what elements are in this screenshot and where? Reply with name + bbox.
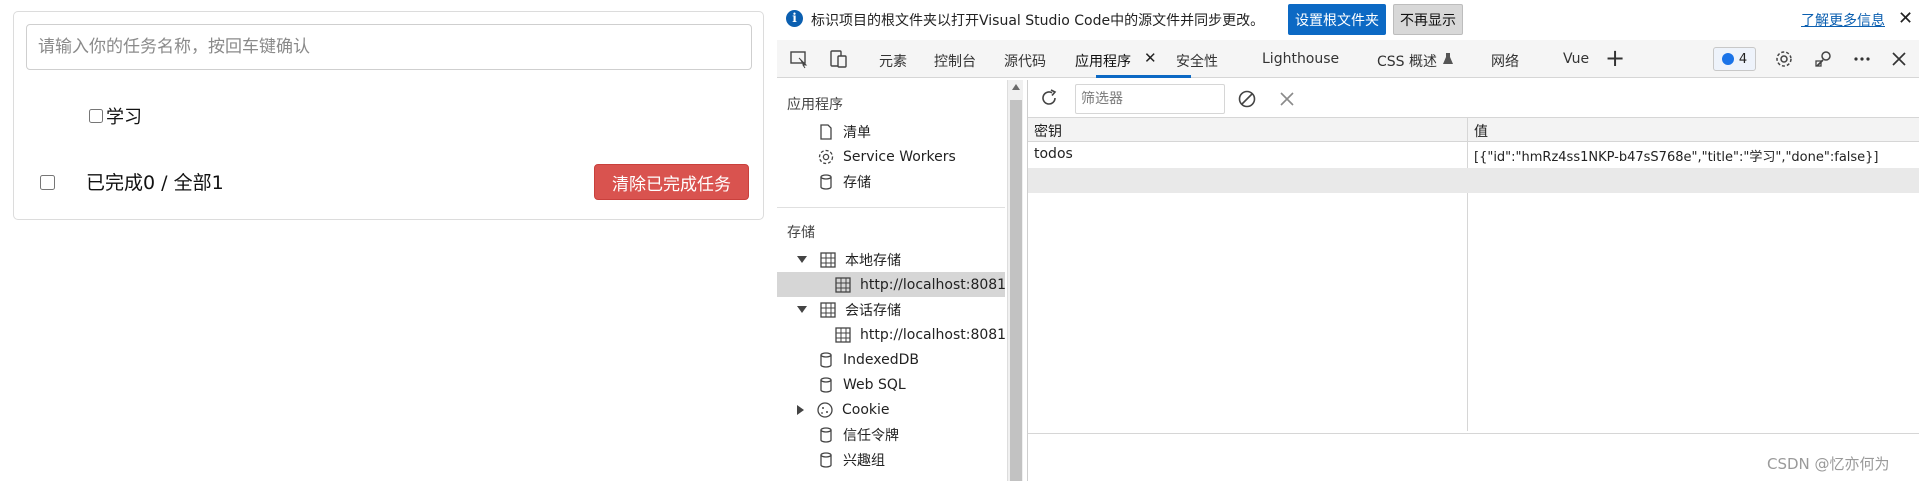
database-icon (820, 376, 832, 393)
inspect-element-icon[interactable] (789, 49, 809, 69)
sidebar-item-indexeddb[interactable]: IndexedDB (817, 347, 919, 372)
issues-icon (1721, 53, 1734, 65)
select-all-checkbox[interactable] (40, 175, 55, 190)
database-icon (820, 351, 832, 368)
sidebar-scrollbar[interactable] (1007, 80, 1023, 481)
expand-arrow-icon[interactable] (797, 256, 807, 263)
sidebar-item-interest-groups[interactable]: 兴趣组 (817, 447, 885, 472)
tab-sources[interactable]: 源代码 (1004, 51, 1046, 71)
file-icon (820, 123, 832, 140)
sidebar-item-local-origin[interactable]: http://localhost:8081 (777, 272, 1006, 297)
devtools-panel: i 标识项目的根文件夹以打开Visual Studio Code中的源文件并同步… (777, 0, 1919, 481)
refresh-icon[interactable] (1039, 88, 1059, 108)
learn-more-link[interactable]: 了解更多信息 (1801, 10, 1885, 30)
grid-icon (835, 326, 851, 343)
database-icon (820, 426, 832, 443)
storage-panel: 密钥 值 todos [{"id":"hmRz4ss1NKP-b47sS768e… (1027, 80, 1919, 481)
close-devtools-icon[interactable] (1889, 49, 1909, 69)
set-root-folder-button[interactable]: 设置根文件夹 (1288, 4, 1386, 35)
row-key: todos (1034, 146, 1073, 162)
todo-footer: 已完成0 / 全部1 清除已完成任务 (14, 162, 763, 202)
expand-arrow-icon[interactable] (797, 306, 807, 313)
tab-network[interactable]: 网络 (1491, 51, 1519, 71)
sidebar-item-session-storage[interactable]: 会话存储 (797, 297, 901, 322)
scroll-up-icon[interactable] (1012, 84, 1020, 90)
todo-item[interactable]: 学习 (89, 102, 142, 130)
gear-icon (818, 149, 834, 164)
column-header-key[interactable]: 密钥 (1034, 121, 1062, 141)
sidebar-item-manifest[interactable]: 清单 (817, 119, 871, 144)
infobar: i 标识项目的根文件夹以打开Visual Studio Code中的源文件并同步… (777, 0, 1919, 38)
sidebar-heading-storage: 存储 (787, 225, 815, 241)
table-bottom-border (1028, 433, 1919, 434)
sidebar-item-session-origin[interactable]: http://localhost:8081 (834, 322, 1006, 347)
flask-icon (1443, 53, 1453, 64)
tab-security[interactable]: 安全性 (1176, 51, 1218, 71)
table-row-empty[interactable] (1028, 168, 1919, 193)
storage-toolbar (1028, 80, 1919, 118)
tab-elements[interactable]: 元素 (879, 51, 907, 71)
device-emulation-icon[interactable] (829, 49, 849, 69)
add-tab-icon[interactable]: + (1605, 44, 1625, 72)
database-icon (820, 173, 832, 190)
sidebar-item-cookie[interactable]: Cookie (797, 397, 890, 422)
completion-summary: 已完成0 / 全部1 (86, 172, 224, 194)
table-header: 密钥 值 (1028, 118, 1919, 142)
clear-completed-button[interactable]: 清除已完成任务 (594, 164, 749, 200)
delete-selected-icon[interactable] (1277, 89, 1297, 109)
active-tab-indicator (1096, 75, 1191, 78)
settings-gear-icon[interactable] (1774, 49, 1794, 69)
application-sidebar: 应用程序 清单 Service Workers 存储 存储 本地存储 http:… (777, 80, 1006, 481)
grid-icon (835, 276, 851, 293)
sidebar-item-websql[interactable]: Web SQL (817, 372, 906, 397)
sidebar-item-trust-tokens[interactable]: 信任令牌 (817, 422, 899, 447)
sidebar-heading-application: 应用程序 (787, 97, 843, 113)
issues-badge[interactable]: 4 (1713, 47, 1756, 71)
tab-application-close-icon[interactable]: ✕ (1144, 49, 1157, 67)
dont-show-again-button[interactable]: 不再显示 (1393, 4, 1463, 35)
collapse-arrow-icon[interactable] (797, 404, 804, 415)
info-icon: i (786, 10, 803, 27)
table-row[interactable]: todos [{"id":"hmRz4ss1NKP-b47sS768e","ti… (1028, 143, 1919, 168)
tab-application[interactable]: 应用程序 (1075, 51, 1131, 71)
tab-vue[interactable]: Vue (1563, 51, 1589, 67)
filter-input[interactable] (1075, 84, 1225, 114)
infobar-close-icon[interactable]: ✕ (1898, 8, 1913, 29)
more-options-icon[interactable] (1852, 49, 1872, 69)
column-header-value[interactable]: 值 (1474, 121, 1488, 141)
devtools-tabbar: 元素 控制台 源代码 应用程序 ✕ 安全性 Lighthouse CSS 概述 … (777, 40, 1919, 78)
clear-all-icon[interactable] (1237, 89, 1257, 109)
feedback-icon[interactable] (1814, 49, 1834, 69)
sidebar-item-local-storage[interactable]: 本地存储 (797, 247, 901, 272)
tab-console[interactable]: 控制台 (934, 51, 976, 71)
grid-icon (820, 301, 836, 318)
scrollbar-thumb[interactable] (1010, 100, 1022, 481)
cookie-icon (817, 401, 833, 418)
row-value: [{"id":"hmRz4ss1NKP-b47sS768e","title":"… (1474, 150, 1879, 165)
todo-app: 学习 已完成0 / 全部1 清除已完成任务 (0, 0, 777, 481)
grid-icon (820, 251, 836, 268)
issues-count: 4 (1738, 51, 1748, 67)
watermark: CSDN @忆亦何为 (1767, 455, 1890, 473)
tab-lighthouse[interactable]: Lighthouse (1262, 51, 1339, 67)
database-icon (820, 451, 832, 468)
sidebar-item-service-workers[interactable]: Service Workers (817, 144, 956, 169)
todo-item-title: 学习 (106, 107, 142, 128)
sidebar-divider (777, 207, 1005, 208)
task-name-input[interactable] (26, 24, 752, 70)
sidebar-item-storage[interactable]: 存储 (817, 169, 871, 194)
infobar-message: 标识项目的根文件夹以打开Visual Studio Code中的源文件并同步更改… (811, 13, 1265, 29)
todo-item-checkbox[interactable] (89, 109, 103, 123)
tab-css-overview[interactable]: CSS 概述 (1377, 51, 1437, 71)
todo-card: 学习 已完成0 / 全部1 清除已完成任务 (13, 11, 764, 220)
